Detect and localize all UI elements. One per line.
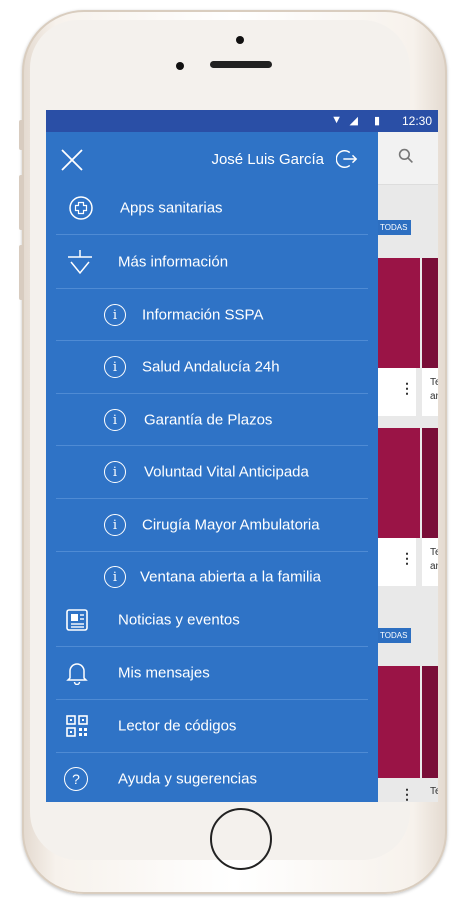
status-time: 12:30 xyxy=(401,114,432,128)
info-icon: i xyxy=(104,304,126,326)
logout-icon[interactable] xyxy=(336,148,358,170)
drawer-header: José Luis García xyxy=(46,132,378,187)
submenu-item-informacion-sspa[interactable]: i Información SSPA xyxy=(46,289,378,341)
menu-item-label: Mis mensajes xyxy=(118,664,210,682)
menu-item-label: Voluntad Vital Anticipada xyxy=(144,463,309,481)
signal-icon: ◢ xyxy=(349,115,358,127)
submenu-item-voluntad-vital-anticipada[interactable]: i Voluntad Vital Anticipada xyxy=(46,446,378,498)
info-icon: i xyxy=(104,461,126,483)
status-bar: ▼ ◢ ▮ 12:30 xyxy=(46,110,438,132)
wifi-icon: ▼ xyxy=(331,114,342,126)
content-card-image[interactable] xyxy=(422,666,438,778)
menu-item-label: Garantía de Plazos xyxy=(144,411,273,429)
content-card-image[interactable] xyxy=(422,258,438,368)
search-icon[interactable] xyxy=(398,148,414,164)
content-card-image[interactable] xyxy=(422,428,438,538)
menu-item-label: Salud Andalucía 24h xyxy=(142,358,280,376)
filter-tag[interactable]: TODAS xyxy=(376,220,412,235)
menu-item-label: Apps sanitarias xyxy=(120,199,223,217)
content-card-text: Te an xyxy=(422,538,438,586)
phone-volume-up xyxy=(19,175,24,230)
menu-item-mas-informacion[interactable]: Más información xyxy=(46,236,378,288)
menu-item-mis-mensajes[interactable]: Mis mensajes xyxy=(46,647,378,699)
menu-item-label: Ventana abierta a la familia xyxy=(140,568,321,586)
content-card-text: Te an xyxy=(422,368,438,416)
menu-item-label: Noticias y eventos xyxy=(118,611,240,629)
info-icon: i xyxy=(104,409,126,431)
menu-item-label: Cirugía Mayor Ambulatoria xyxy=(142,516,320,534)
phone-volume-down xyxy=(19,245,24,300)
more-options-icon[interactable]: ⋮ xyxy=(400,786,414,802)
phone-screen: ▼ ◢ ▮ 12:30 TODAS ⋮ Te an ⋮ Te an TODAS … xyxy=(46,110,438,802)
phone-mute-switch xyxy=(19,120,24,150)
newspaper-icon xyxy=(66,609,88,631)
help-icon: ? xyxy=(64,767,88,791)
submenu-item-salud-andalucia-24h[interactable]: i Salud Andalucía 24h xyxy=(46,341,378,393)
menu-item-label: Más información xyxy=(118,253,229,271)
home-button[interactable] xyxy=(210,808,272,870)
info-icon: i xyxy=(104,356,126,378)
info-icon: i xyxy=(104,514,126,536)
battery-icon: ▮ xyxy=(373,115,380,127)
content-card-image[interactable] xyxy=(376,428,420,538)
menu-item-apps-sanitarias[interactable]: Apps sanitarias xyxy=(46,184,378,232)
menu-item-noticias-y-eventos[interactable]: Noticias y eventos xyxy=(46,594,378,646)
filter-tag[interactable]: TODAS xyxy=(376,628,412,643)
qr-code-icon xyxy=(66,715,88,737)
submenu-item-garantia-de-plazos[interactable]: i Garantía de Plazos xyxy=(46,394,378,446)
content-card-image[interactable] xyxy=(376,258,420,368)
menu-item-label: Lector de códigos xyxy=(118,717,237,735)
content-card-image[interactable] xyxy=(376,666,420,778)
submenu-item-cirugia-mayor-ambulatoria[interactable]: i Cirugía Mayor Ambulatoria xyxy=(46,499,378,551)
divider xyxy=(56,234,368,235)
proximity-sensor xyxy=(176,62,184,70)
content-card-text: Te xyxy=(430,786,438,797)
more-options-icon[interactable]: ⋮ xyxy=(400,550,414,567)
more-options-icon[interactable]: ⋮ xyxy=(400,380,414,397)
user-name: José Luis García xyxy=(211,151,324,168)
bell-icon xyxy=(66,663,88,685)
front-camera xyxy=(236,36,244,44)
menu-item-ayuda-y-sugerencias[interactable]: ? Ayuda y sugerencias xyxy=(46,753,378,802)
menu-item-label: Ayuda y sugerencias xyxy=(118,770,257,788)
info-icon: i xyxy=(104,566,126,588)
earpiece-speaker xyxy=(210,61,272,68)
plus-circle-icon xyxy=(69,196,93,220)
navigation-drawer: José Luis García Apps sanitarias Más inf… xyxy=(46,132,378,802)
menu-item-label: Información SSPA xyxy=(142,306,264,324)
close-icon[interactable] xyxy=(58,146,86,174)
menu-item-lector-de-codigos[interactable]: Lector de códigos xyxy=(46,700,378,752)
chevron-down-icon xyxy=(68,250,92,275)
